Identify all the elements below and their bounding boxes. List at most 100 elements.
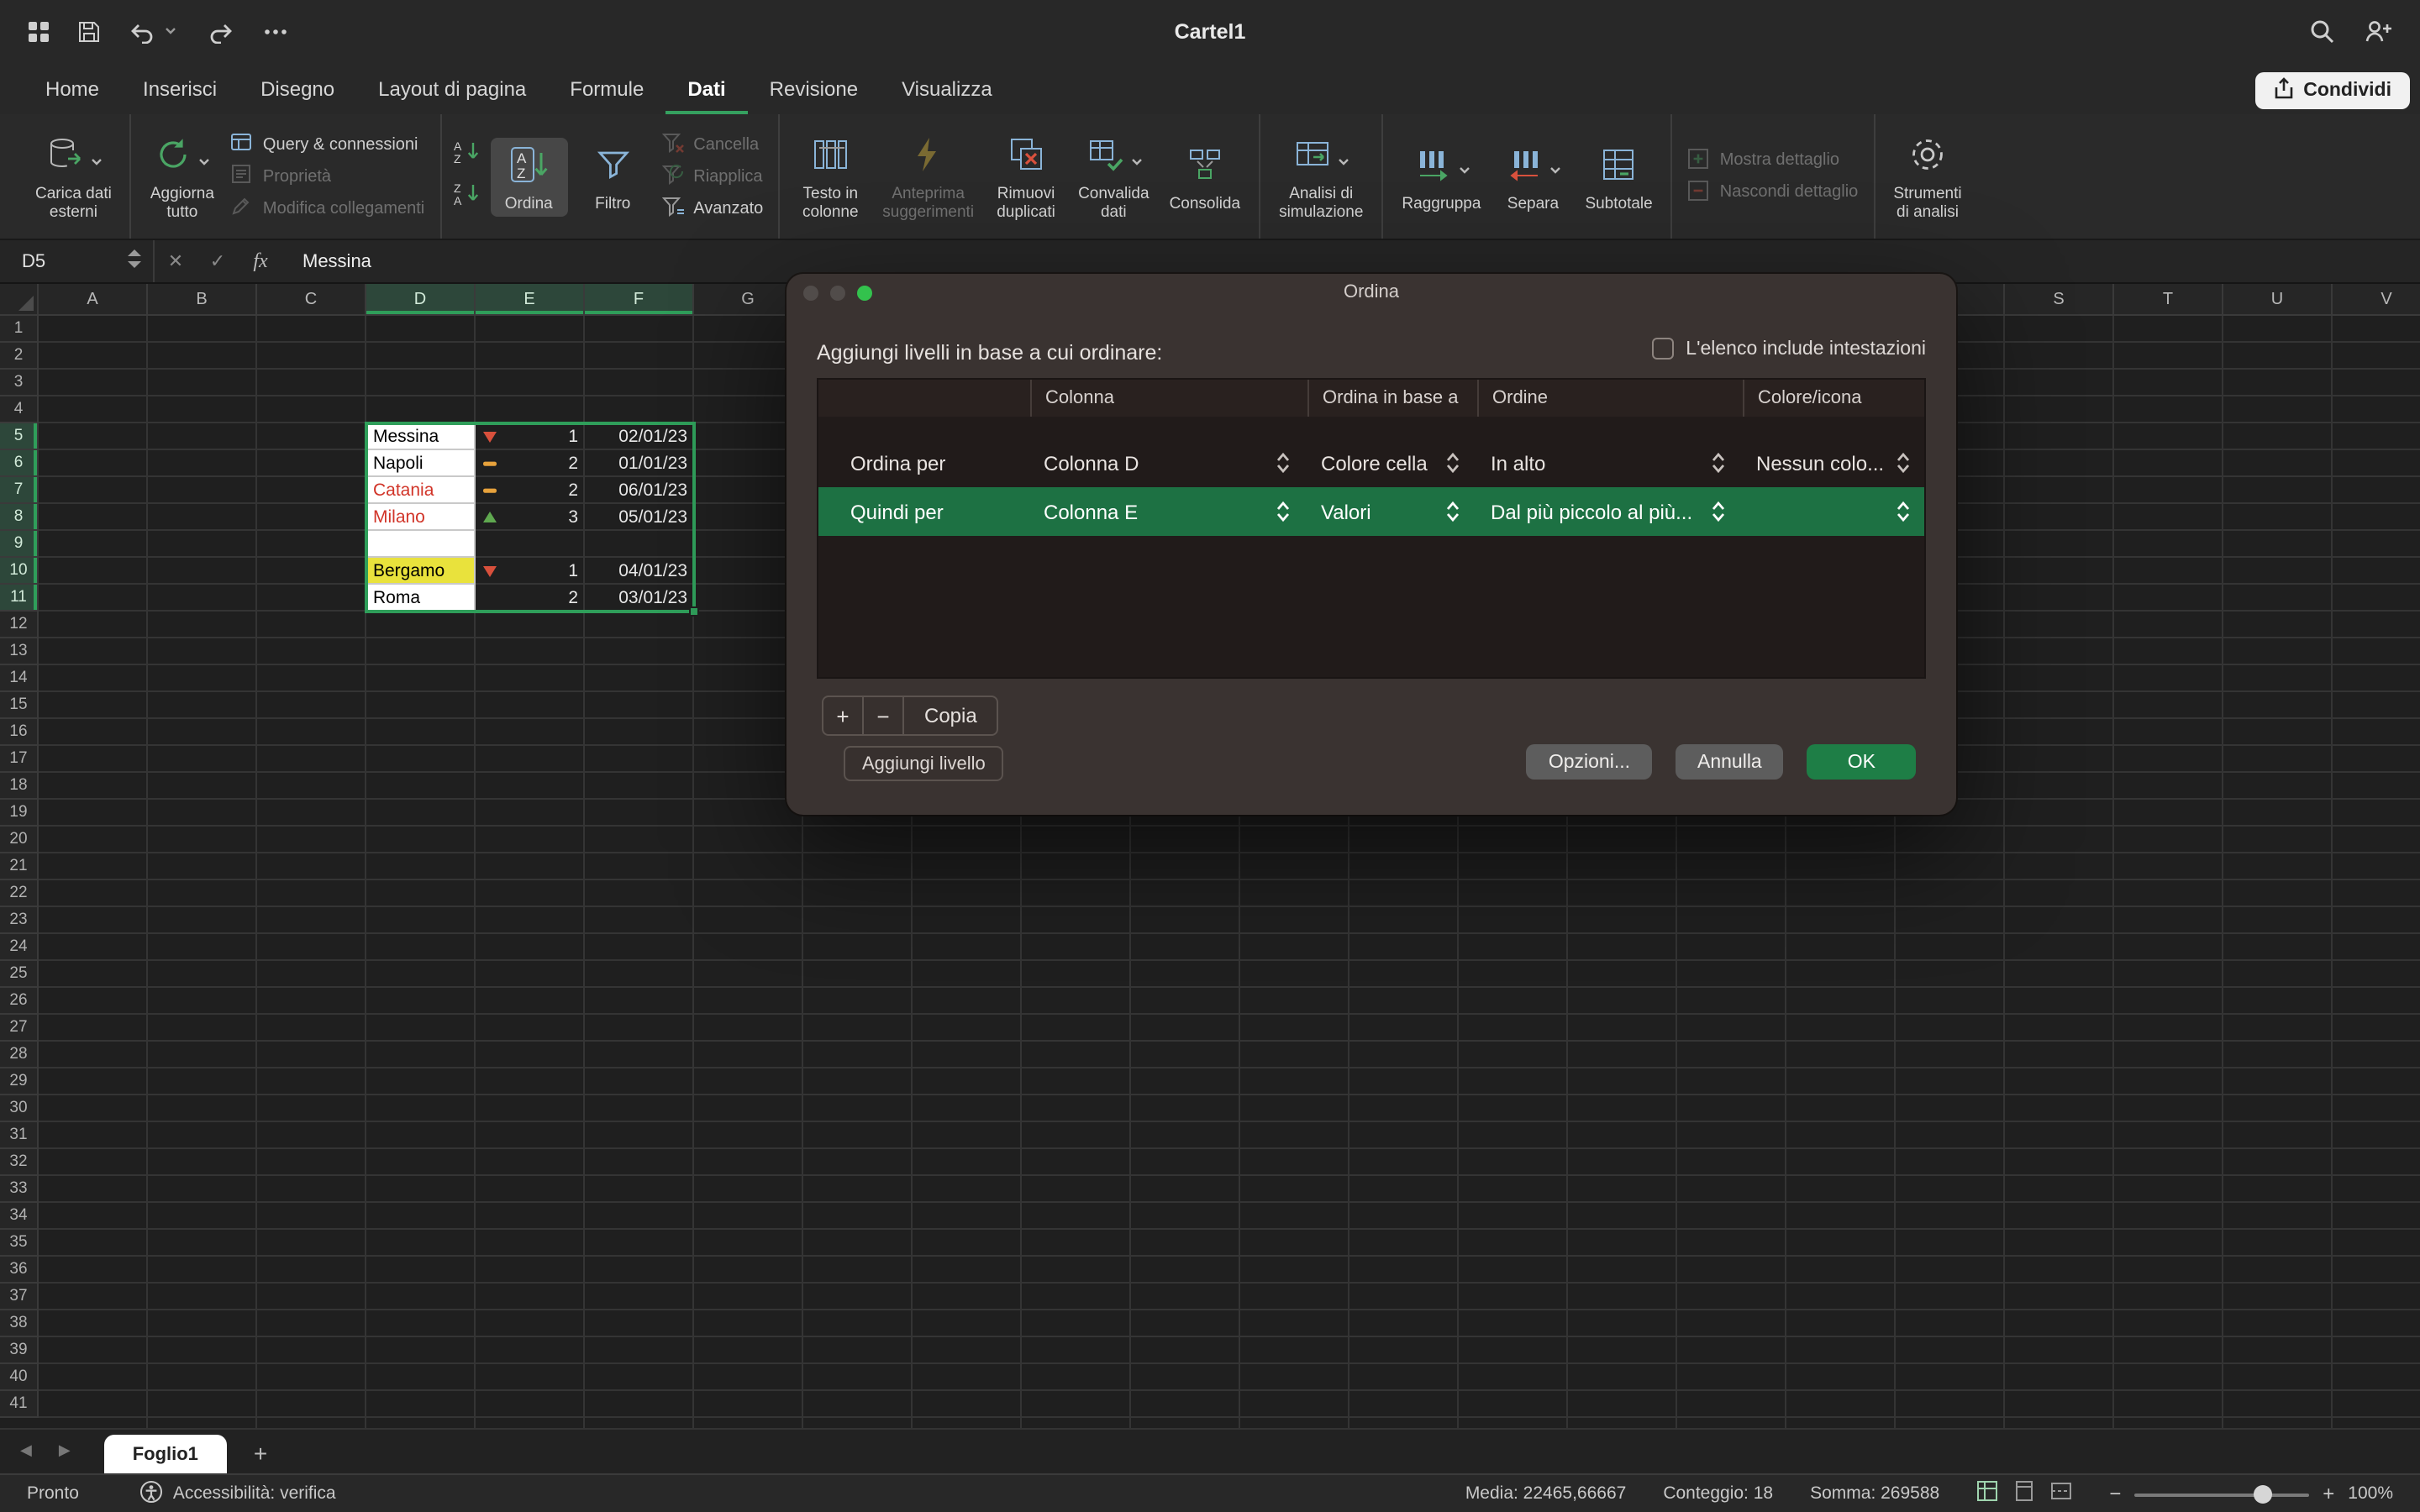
sort-az-button[interactable]: AZ	[453, 139, 480, 171]
tab-disegno[interactable]: Disegno	[239, 66, 356, 114]
strumenti-di-analisi-button[interactable]: Strumentidi analisi	[1886, 128, 1968, 225]
page-break-view-icon[interactable]	[2050, 1480, 2072, 1507]
row-header-37[interactable]: 37	[0, 1284, 39, 1310]
row-header-28[interactable]: 28	[0, 1042, 39, 1068]
row-header-29[interactable]: 29	[0, 1068, 39, 1095]
remove-level-button[interactable]: −	[864, 697, 904, 734]
column-header-e[interactable]: E	[476, 284, 585, 314]
cell-f5[interactable]: 02/01/23	[585, 423, 694, 450]
testo-in-colonne-button[interactable]: Testo incolonne	[792, 128, 869, 225]
zoom-slider[interactable]	[2134, 1484, 2309, 1503]
row-header-19[interactable]: 19	[0, 800, 39, 827]
column-header-b[interactable]: B	[148, 284, 257, 314]
options-button[interactable]: Opzioni...	[1527, 744, 1652, 780]
cell-f10[interactable]: 04/01/23	[585, 558, 694, 585]
sort-level-row-2[interactable]: Quindi perColonna EValoriDal più piccolo…	[818, 487, 1924, 536]
cell-d6[interactable]: Napoli	[366, 450, 476, 477]
row-header-41[interactable]: 41	[0, 1391, 39, 1418]
carica-dati-esterni-button[interactable]: Carica datiesterni	[29, 128, 118, 225]
row-header-26[interactable]: 26	[0, 988, 39, 1015]
tab-dati[interactable]: Dati	[666, 66, 747, 114]
row-header-23[interactable]: 23	[0, 907, 39, 934]
cell-e5[interactable]: 1	[476, 423, 585, 450]
column-header-t[interactable]: T	[2114, 284, 2223, 314]
column-header-d[interactable]: D	[366, 284, 476, 314]
level-column-dropdown[interactable]: Colonna D	[1030, 438, 1307, 487]
row-header-39[interactable]: 39	[0, 1337, 39, 1364]
add-level-tooltip-button[interactable]: Aggiungi livello	[844, 746, 1004, 781]
row-header-34[interactable]: 34	[0, 1203, 39, 1230]
save-icon[interactable]	[77, 19, 101, 43]
row-header-33[interactable]: 33	[0, 1176, 39, 1203]
sort-level-row-1[interactable]: Ordina perColonna DColore cellaIn altoNe…	[818, 438, 1924, 487]
share-user-icon[interactable]	[2365, 18, 2393, 44]
aggiorna-tutto-button[interactable]: Aggiornatutto	[144, 128, 221, 225]
cancel-button[interactable]: Annulla	[1676, 744, 1784, 780]
row-header-5[interactable]: 5	[0, 423, 39, 450]
copy-level-button[interactable]: Copia	[904, 697, 997, 734]
row-header-1[interactable]: 1	[0, 316, 39, 343]
row-header-13[interactable]: 13	[0, 638, 39, 665]
list-has-headers-checkbox-row[interactable]: L'elenco include intestazioni	[1652, 338, 1926, 360]
row-header-27[interactable]: 27	[0, 1015, 39, 1042]
level-based-on-dropdown[interactable]: Valori	[1307, 487, 1477, 536]
name-box-spinner-icon[interactable]	[128, 249, 141, 274]
row-header-38[interactable]: 38	[0, 1310, 39, 1337]
select-all-corner[interactable]	[0, 284, 39, 314]
insert-function-icon[interactable]: fx	[239, 249, 282, 274]
tab-home[interactable]: Home	[24, 66, 121, 114]
cell-f6[interactable]: 01/01/23	[585, 450, 694, 477]
column-header-u[interactable]: U	[2223, 284, 2333, 314]
row-header-12[interactable]: 12	[0, 612, 39, 638]
cell-e9[interactable]	[476, 531, 585, 558]
checkbox-icon[interactable]	[1652, 338, 1674, 360]
level-column-dropdown[interactable]: Colonna E	[1030, 487, 1307, 536]
formula-content[interactable]: Messina	[282, 251, 371, 271]
column-header-c[interactable]: C	[257, 284, 366, 314]
row-header-8[interactable]: 8	[0, 504, 39, 531]
cell-d10[interactable]: Bergamo	[366, 558, 476, 585]
row-header-21[interactable]: 21	[0, 853, 39, 880]
cell-f9[interactable]	[585, 531, 694, 558]
row-header-36[interactable]: 36	[0, 1257, 39, 1284]
level-order-dropdown[interactable]: In alto	[1477, 438, 1743, 487]
undo-icon[interactable]	[128, 19, 155, 43]
column-header-s[interactable]: S	[2005, 284, 2114, 314]
row-header-6[interactable]: 6	[0, 450, 39, 477]
cell-e6[interactable]: 2	[476, 450, 585, 477]
cancel-entry-icon[interactable]: ✕	[155, 250, 197, 272]
row-header-18[interactable]: 18	[0, 773, 39, 800]
row-header-22[interactable]: 22	[0, 880, 39, 907]
share-button[interactable]: Condividi	[2254, 72, 2410, 109]
apps-grid-icon[interactable]	[27, 19, 50, 43]
rimuovi-duplicati-button[interactable]: Rimuoviduplicati	[987, 128, 1065, 225]
avanzato-button[interactable]: Avanzato	[661, 197, 763, 220]
row-header-30[interactable]: 30	[0, 1095, 39, 1122]
sheet-tab-foglio1[interactable]: Foglio1	[104, 1435, 227, 1473]
row-header-31[interactable]: 31	[0, 1122, 39, 1149]
cell-e8[interactable]: 3	[476, 504, 585, 531]
row-header-20[interactable]: 20	[0, 827, 39, 853]
subtotale-button[interactable]: Subtotale	[1578, 137, 1659, 216]
cell-d11[interactable]: Roma	[366, 585, 476, 612]
zoom-slider-track[interactable]	[2134, 1493, 2309, 1496]
row-header-25[interactable]: 25	[0, 961, 39, 988]
name-box[interactable]: D5	[0, 240, 155, 282]
row-header-17[interactable]: 17	[0, 746, 39, 773]
tab-layout-di-pagina[interactable]: Layout di pagina	[356, 66, 548, 114]
ordina-button[interactable]: AZOrdina	[490, 137, 567, 216]
cell-f7[interactable]: 06/01/23	[585, 477, 694, 504]
raggruppa-button[interactable]: Raggruppa	[1395, 137, 1487, 216]
level-order-dropdown[interactable]: Dal più piccolo al più...	[1477, 487, 1743, 536]
tab-visualizza[interactable]: Visualizza	[880, 66, 1014, 114]
cell-d9[interactable]	[366, 531, 476, 558]
row-header-9[interactable]: 9	[0, 531, 39, 558]
add-sheet-button[interactable]: +	[254, 1440, 267, 1473]
search-icon[interactable]	[2309, 18, 2334, 44]
tab-formule[interactable]: Formule	[548, 66, 666, 114]
cell-d7[interactable]: Catania	[366, 477, 476, 504]
row-header-40[interactable]: 40	[0, 1364, 39, 1391]
more-icon[interactable]	[262, 19, 289, 43]
add-level-button[interactable]: +	[823, 697, 864, 734]
zoom-out-icon[interactable]: −	[2109, 1482, 2121, 1505]
